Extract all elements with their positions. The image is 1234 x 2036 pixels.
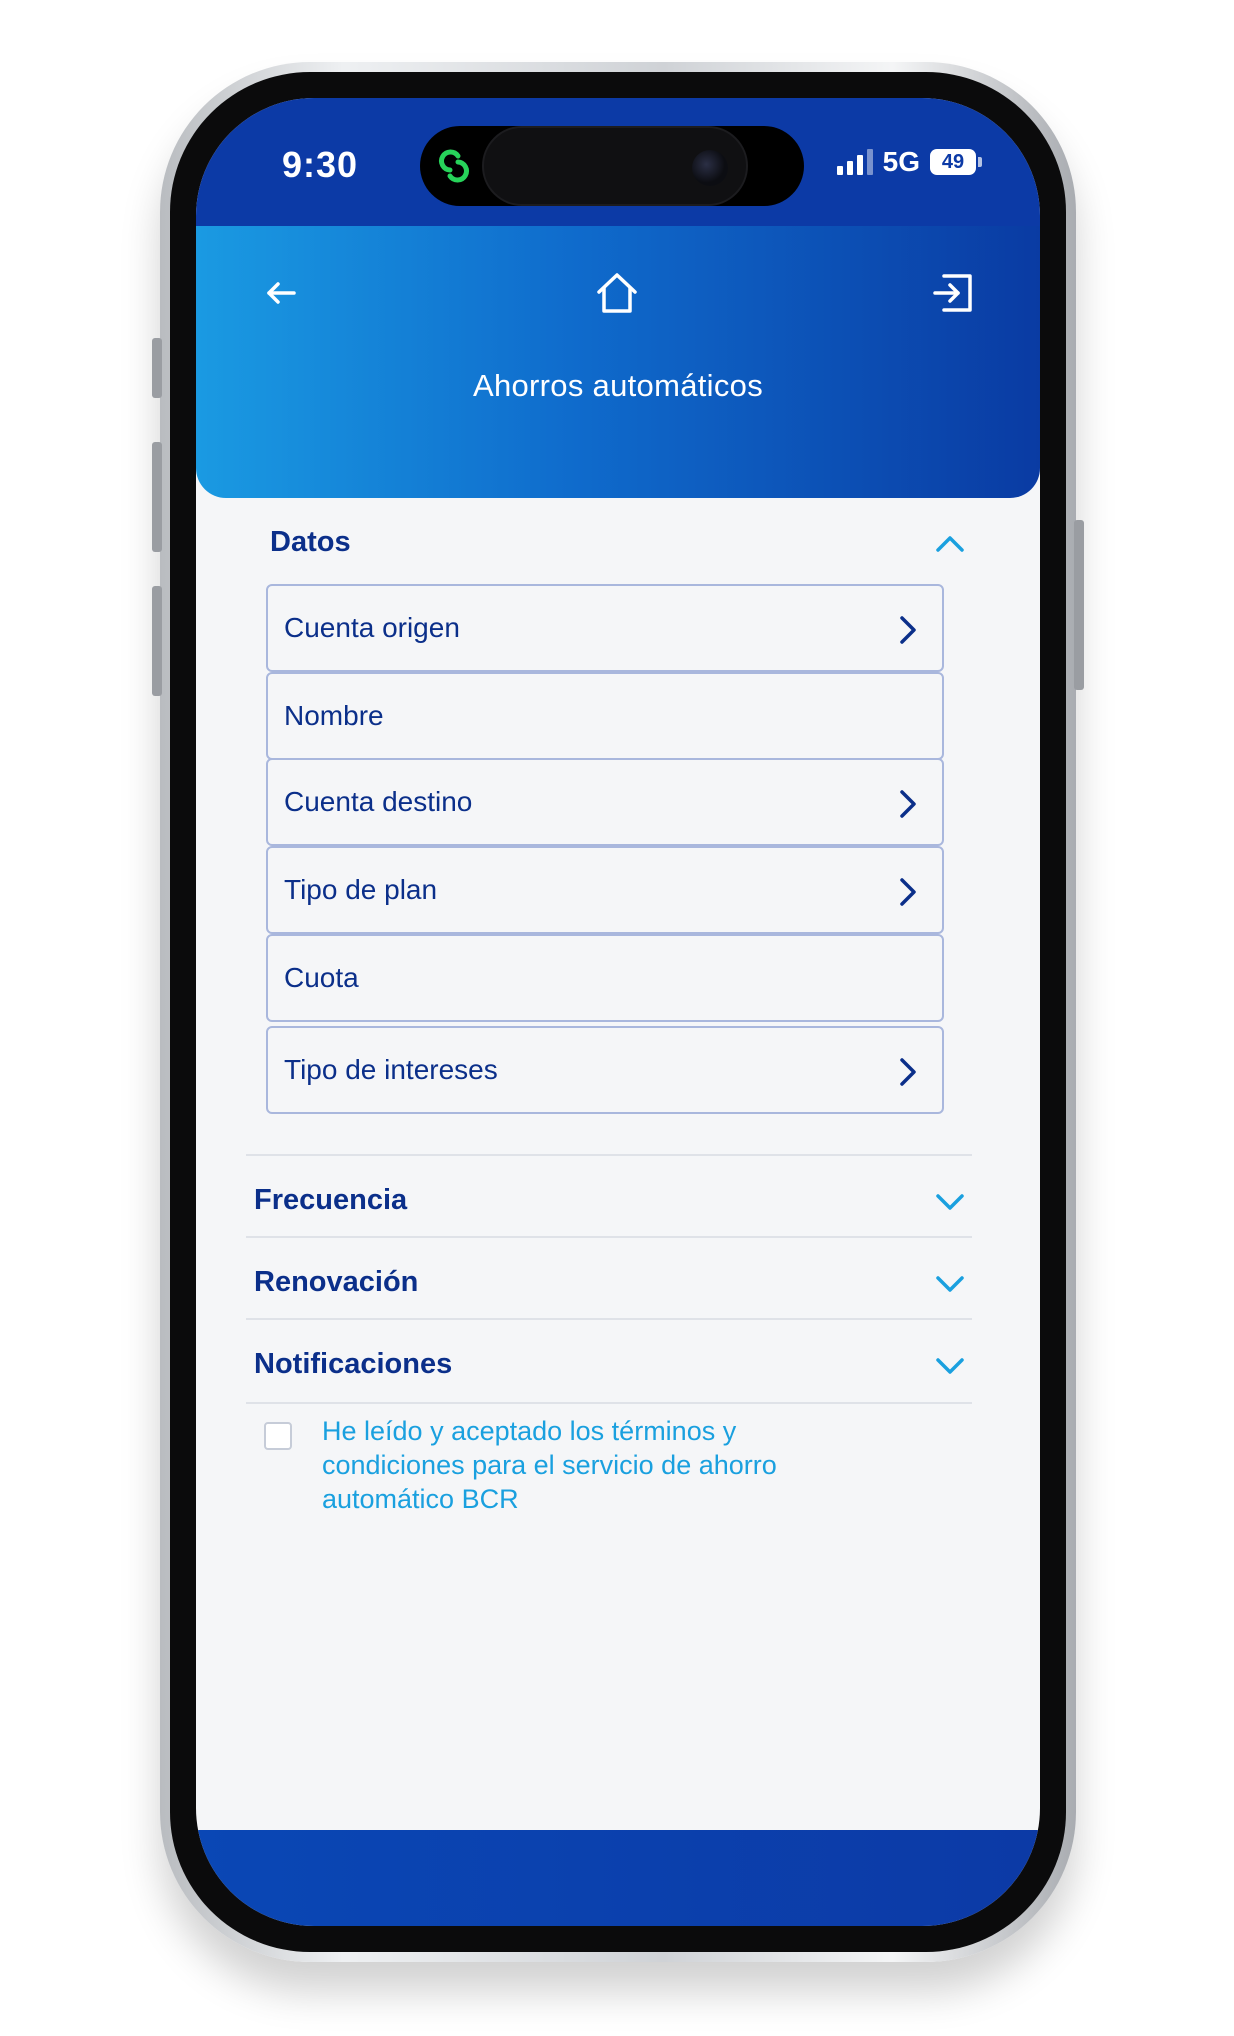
back-button[interactable]	[246, 258, 316, 328]
volume-up-button	[152, 442, 162, 552]
section-renovacion-header[interactable]: Renovación	[196, 1238, 1040, 1328]
page-title: Ahorros automáticos	[473, 368, 763, 403]
field-label: Cuenta origen	[284, 612, 460, 643]
dynamic-island	[420, 126, 804, 206]
cuenta-destino-field[interactable]: Cuenta destino	[266, 758, 944, 846]
action-button	[152, 338, 162, 398]
linked-rings-icon	[439, 149, 469, 183]
section-notificaciones-title: Notificaciones	[254, 1348, 453, 1380]
chevron-right-icon	[900, 1058, 916, 1086]
chevron-down-icon	[936, 1194, 964, 1210]
volume-down-button	[152, 586, 162, 696]
arrow-left-icon	[267, 282, 296, 304]
section-datos-title: Datos	[270, 526, 351, 558]
battery-level: 49	[930, 149, 976, 175]
status-indicators: 5G 49	[836, 146, 982, 178]
tipo-de-intereses-field[interactable]: Tipo de intereses	[266, 1026, 944, 1114]
app-header: Ahorros automáticos	[196, 226, 1040, 498]
field-label: Tipo de intereses	[284, 1054, 498, 1085]
chevron-down-icon	[936, 1358, 964, 1374]
section-renovacion-title: Renovación	[254, 1266, 419, 1298]
front-camera	[692, 150, 728, 186]
phone-screen: 9:30 5G 49 Ahorros automáticos Datos Cue…	[196, 98, 1040, 1926]
chevron-up-icon	[936, 536, 964, 552]
section-frecuencia-title: Frecuencia	[254, 1184, 408, 1216]
chevron-right-icon	[900, 790, 916, 818]
status-bar: 9:30 5G 49	[196, 98, 1040, 226]
field-label: Cuenta destino	[284, 786, 473, 817]
home-icon	[597, 273, 637, 313]
tipo-de-plan-field[interactable]: Tipo de plan	[266, 846, 944, 934]
bottom-bar	[196, 1830, 1040, 1926]
terms-label[interactable]: He leído y aceptado los términos y condi…	[322, 1414, 882, 1516]
battery-icon: 49	[930, 149, 982, 175]
chevron-right-icon	[900, 878, 916, 906]
divider	[246, 1402, 972, 1404]
logout-button[interactable]	[918, 258, 988, 328]
section-notificaciones-header[interactable]: Notificaciones	[196, 1320, 1040, 1410]
status-time: 9:30	[282, 144, 359, 185]
field-label: Cuota	[284, 962, 359, 993]
logout-icon	[933, 274, 972, 312]
chevron-down-icon	[936, 1276, 964, 1292]
cuota-field[interactable]: Cuota	[266, 934, 944, 1022]
field-label: Tipo de plan	[284, 874, 438, 905]
section-frecuencia-header[interactable]: Frecuencia	[196, 1156, 1040, 1246]
field-label: Nombre	[284, 700, 384, 731]
network-type: 5G	[882, 146, 920, 177]
power-button	[1074, 520, 1084, 690]
nombre-field[interactable]: Nombre	[266, 672, 944, 760]
terms-checkbox[interactable]	[264, 1422, 292, 1450]
cuenta-origen-field[interactable]: Cuenta origen	[266, 584, 944, 672]
home-button[interactable]	[582, 258, 652, 328]
cellular-signal-icon	[836, 149, 873, 175]
section-datos-header[interactable]: Datos	[196, 498, 1040, 588]
island-sensor	[482, 126, 748, 206]
chevron-right-icon	[900, 616, 916, 644]
